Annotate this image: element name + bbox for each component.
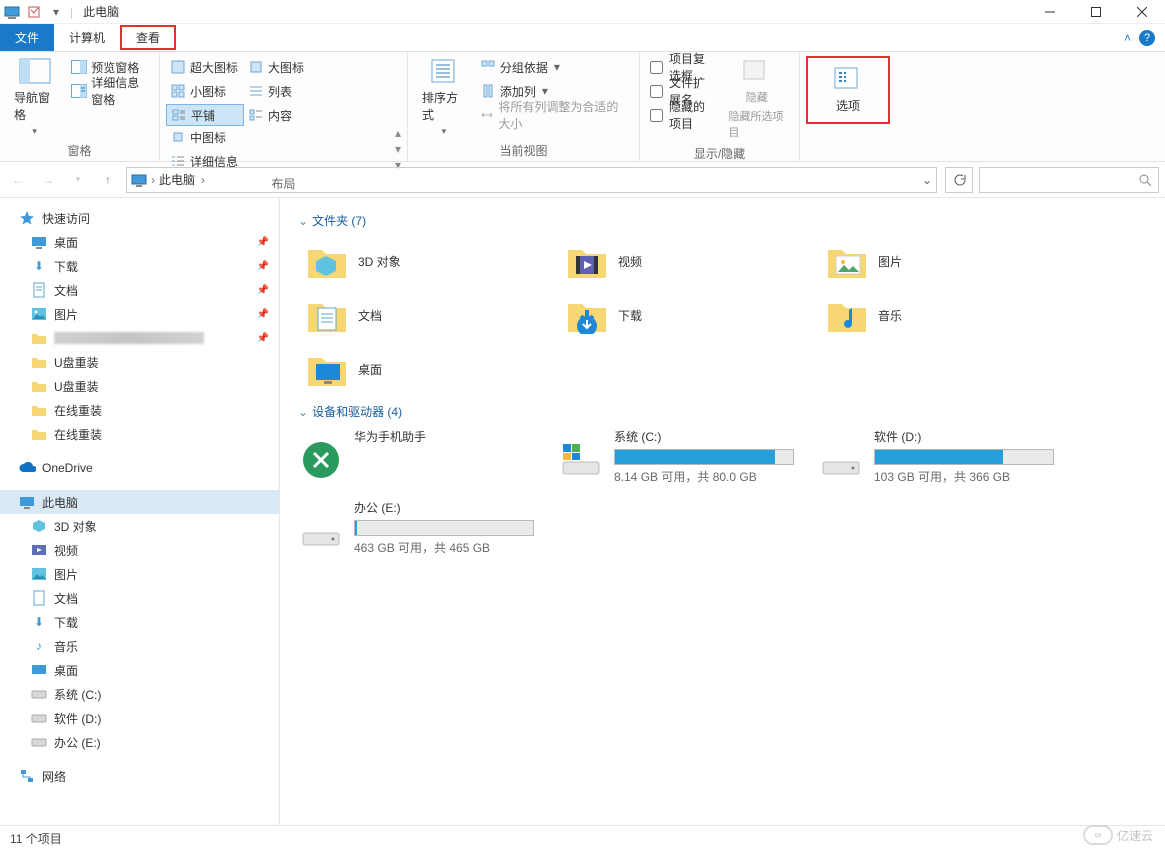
pin-icon: 📌 <box>257 285 269 296</box>
close-button[interactable] <box>1119 0 1165 24</box>
options-button[interactable]: 选项 <box>810 60 886 120</box>
status-bar: 11 个项目 <box>0 825 1165 851</box>
drives-header[interactable]: ⌄设备和驱动器 (4) <box>298 403 1157 420</box>
nav-pane-label: 导航窗格 <box>14 89 55 123</box>
tree-desktop[interactable]: 桌面📌 <box>0 230 279 254</box>
tree-e-drive[interactable]: 办公 (E:) <box>0 730 279 754</box>
window-title: 此电脑 <box>83 3 119 20</box>
address-bar[interactable]: › 此电脑› ⌄ <box>126 167 937 193</box>
collapse-ribbon-icon[interactable]: ˄ <box>1124 31 1131 45</box>
tree-3d-objects[interactable]: 3D 对象 <box>0 514 279 538</box>
ribbon-tabs: 文件 计算机 查看 ˄ ? <box>0 24 1165 52</box>
recent-dropdown[interactable]: ▾ <box>66 168 90 192</box>
list-button[interactable]: 列表 <box>244 80 316 102</box>
drive-e[interactable]: 办公 (E:) 463 GB 可用，共 465 GB <box>288 499 548 556</box>
tree-blurred[interactable]: 📌 <box>0 326 279 350</box>
tiles-button[interactable]: 平铺 <box>166 104 244 126</box>
tree-pictures[interactable]: 图片📌 <box>0 302 279 326</box>
pc-icon <box>131 173 147 187</box>
xl-icons-button[interactable]: 超大图标 <box>166 56 244 78</box>
tree-videos[interactable]: 视频 <box>0 538 279 562</box>
help-icon[interactable]: ? <box>1139 30 1155 46</box>
drive-huawei[interactable]: 华为手机助手 <box>288 428 548 485</box>
app-icon <box>4 4 20 20</box>
tab-computer[interactable]: 计算机 <box>54 24 120 51</box>
tab-view[interactable]: 查看 <box>120 25 176 50</box>
folder-videos[interactable]: 视频 <box>548 237 808 285</box>
maximize-button[interactable] <box>1073 0 1119 24</box>
watermark: ∞亿速云 <box>1083 825 1153 845</box>
search-icon <box>1138 173 1152 187</box>
ribbon: 导航窗格 ▾ 预览窗格 详细信息窗格 窗格 超大图标 小图标 平铺 <box>0 52 1165 162</box>
drive-d-bar <box>874 449 1054 465</box>
refresh-button[interactable] <box>945 167 973 193</box>
navigation-tree: 快速访问 桌面📌 ⬇下载📌 文档📌 图片📌 📌 U盘重装 U盘重装 在线重装 在… <box>0 198 280 849</box>
details-pane-button[interactable]: 详细信息窗格 <box>67 80 153 102</box>
m-icons-button[interactable]: 中图标 <box>166 126 252 148</box>
qat-properties-icon[interactable] <box>26 4 42 20</box>
l-icons-button[interactable]: 大图标 <box>244 56 316 78</box>
tree-c-drive[interactable]: 系统 (C:) <box>0 682 279 706</box>
pin-icon: 📌 <box>257 237 269 248</box>
tree-this-pc[interactable]: 此电脑 <box>0 490 279 514</box>
folder-downloads[interactable]: 下载 <box>548 291 808 339</box>
folder-pictures[interactable]: 图片 <box>808 237 1068 285</box>
layout-scroll-up-icon[interactable]: ▴ <box>395 126 401 140</box>
folder-3d-objects[interactable]: 3D 对象 <box>288 237 548 285</box>
drive-d[interactable]: 软件 (D:) 103 GB 可用，共 366 GB <box>808 428 1068 485</box>
search-box[interactable] <box>979 167 1159 193</box>
pin-icon: 📌 <box>257 261 269 272</box>
tree-usb2[interactable]: U盘重装 <box>0 374 279 398</box>
drive-c-bar <box>614 449 794 465</box>
tree-pictures2[interactable]: 图片 <box>0 562 279 586</box>
tree-onedrive[interactable]: OneDrive <box>0 456 279 480</box>
show-hide-group-label: 显示/隐藏 <box>646 142 793 165</box>
pin-icon: 📌 <box>257 333 269 344</box>
address-dropdown-icon[interactable]: ⌄ <box>922 173 932 187</box>
content-button[interactable]: 内容 <box>244 104 316 126</box>
hide-selected-button: 隐藏 隐藏所选项目 <box>721 56 794 142</box>
tree-documents[interactable]: 文档📌 <box>0 278 279 302</box>
title-bar: ▾ | 此电脑 <box>0 0 1165 24</box>
folders-header[interactable]: ⌄文件夹 (7) <box>298 212 1157 229</box>
layout-scroll-down-icon[interactable]: ▾ <box>395 142 401 156</box>
fit-columns-button: 将所有列调整为合适的大小 <box>476 104 633 126</box>
sort-button[interactable]: 排序方式 ▾ <box>414 56 474 139</box>
qat-dropdown-icon[interactable]: ▾ <box>48 4 64 20</box>
drive-c[interactable]: 系统 (C:) 8.14 GB 可用，共 80.0 GB <box>548 428 808 485</box>
tree-music[interactable]: ♪音乐 <box>0 634 279 658</box>
back-button[interactable]: ← <box>6 168 30 192</box>
tree-downloads[interactable]: ⬇下载📌 <box>0 254 279 278</box>
sort-label: 排序方式 <box>422 89 466 123</box>
group-by-button[interactable]: 分组依据▾ <box>476 56 633 78</box>
hidden-items-check[interactable]: 隐藏的项目 <box>646 104 721 126</box>
pane-group-label: 窗格 <box>6 139 153 162</box>
content-area: ⌄文件夹 (7) 3D 对象 视频 图片 文档 下载 音乐 桌面 ⌄设备和驱动器… <box>280 198 1165 849</box>
s-icons-button[interactable]: 小图标 <box>166 80 244 102</box>
drive-e-bar <box>354 520 534 536</box>
breadcrumb-this-pc[interactable]: 此电脑› <box>159 171 205 188</box>
forward-button[interactable]: → <box>36 168 60 192</box>
options-label: 选项 <box>836 97 860 114</box>
nav-pane-button[interactable]: 导航窗格 ▾ <box>6 56 63 139</box>
current-view-group-label: 当前视图 <box>414 139 633 162</box>
tree-online1[interactable]: 在线重装 <box>0 398 279 422</box>
minimize-button[interactable] <box>1027 0 1073 24</box>
tree-d-drive[interactable]: 软件 (D:) <box>0 706 279 730</box>
folder-desktop[interactable]: 桌面 <box>288 345 548 393</box>
tree-online2[interactable]: 在线重装 <box>0 422 279 446</box>
tree-desktop2[interactable]: 桌面 <box>0 658 279 682</box>
tree-network[interactable]: 网络 <box>0 764 279 788</box>
status-text: 11 个项目 <box>10 830 62 847</box>
tree-quick-access[interactable]: 快速访问 <box>0 206 279 230</box>
tree-downloads2[interactable]: ⬇下载 <box>0 610 279 634</box>
up-button[interactable]: ↑ <box>96 168 120 192</box>
pin-icon: 📌 <box>257 309 269 320</box>
tab-file[interactable]: 文件 <box>0 24 54 51</box>
folder-documents[interactable]: 文档 <box>288 291 548 339</box>
tree-documents2[interactable]: 文档 <box>0 586 279 610</box>
tree-usb1[interactable]: U盘重装 <box>0 350 279 374</box>
folder-music[interactable]: 音乐 <box>808 291 1068 339</box>
